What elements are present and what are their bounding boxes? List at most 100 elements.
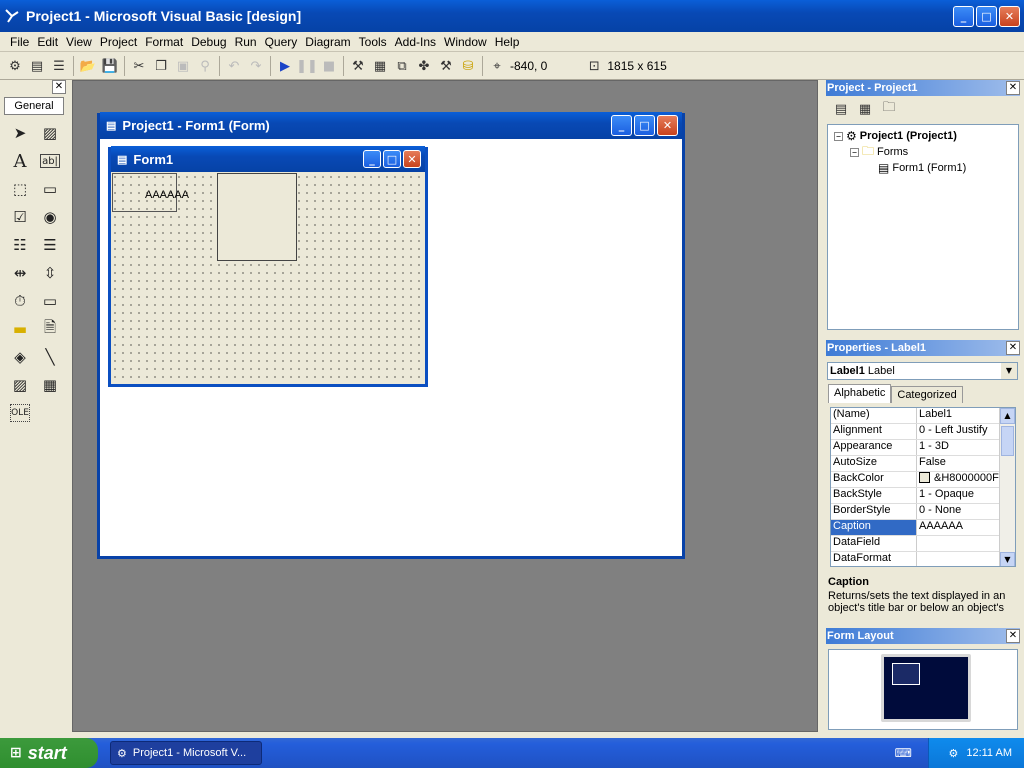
close-button[interactable]: ✕ — [999, 5, 1020, 27]
shape-tool-icon[interactable]: ◈ — [6, 343, 34, 371]
form-layout-close-icon[interactable]: ✕ — [1006, 629, 1020, 643]
tab-alphabetic[interactable]: Alphabetic — [828, 384, 892, 403]
project-explorer-icon[interactable]: ⚒ — [347, 55, 369, 77]
view-code-icon[interactable]: ▤ — [830, 98, 852, 120]
property-row[interactable]: DataFormat — [831, 552, 1015, 566]
scroll-thumb[interactable] — [1001, 426, 1014, 456]
stop-icon[interactable]: ■ — [318, 55, 340, 77]
menu-tools[interactable]: Tools — [355, 35, 391, 49]
add-form-icon[interactable]: ▤ — [26, 55, 48, 77]
toolbox-close-icon[interactable]: ✕ — [52, 80, 66, 94]
clock[interactable]: 12:11 AM — [966, 747, 1012, 759]
paste-icon[interactable]: ▣ — [172, 55, 194, 77]
save-icon[interactable]: 💾 — [99, 55, 121, 77]
maximize-button[interactable]: □ — [976, 5, 997, 27]
form1-minimize-button[interactable]: _ — [363, 150, 381, 168]
listbox-tool-icon[interactable]: ☰ — [36, 231, 64, 259]
property-row[interactable]: AutoSize False — [831, 456, 1015, 472]
form-design-grid[interactable]: AAAAAA — [111, 173, 425, 381]
start-button[interactable]: ⊞ start — [0, 738, 98, 768]
redo-icon[interactable]: ↷ — [245, 55, 267, 77]
menu-file[interactable]: File — [6, 35, 33, 49]
label1-control[interactable]: AAAAAA — [112, 173, 189, 212]
tree-node-forms[interactable]: − 🗀 Forms — [834, 144, 1018, 160]
form-position-preview[interactable] — [892, 663, 920, 685]
drivelistbox-tool-icon[interactable]: ▭ — [36, 287, 64, 315]
menu-editor-icon[interactable]: ☰ — [48, 55, 70, 77]
property-row[interactable]: BorderStyle 0 - None — [831, 504, 1015, 520]
vscrollbar-tool-icon[interactable]: ⇳ — [36, 259, 64, 287]
menu-help[interactable]: Help — [491, 35, 524, 49]
toolbox-icon[interactable]: ⚒ — [435, 55, 457, 77]
chevron-down-icon[interactable]: ▼ — [1001, 363, 1017, 379]
menu-edit[interactable]: Edit — [33, 35, 62, 49]
form1-window[interactable]: ▤ Form1 _ □ ✕ AAAAAA — [108, 146, 428, 387]
label-tool-icon[interactable]: A — [6, 147, 34, 175]
designer-close-button[interactable]: ✕ — [657, 115, 678, 136]
scroll-down-icon[interactable]: ▼ — [1000, 552, 1015, 566]
cut-icon[interactable]: ✂ — [128, 55, 150, 77]
find-icon[interactable]: ⚲ — [194, 55, 216, 77]
copy-icon[interactable]: ❐ — [150, 55, 172, 77]
toolbox-tab-general[interactable]: General — [4, 97, 64, 115]
menu-debug[interactable]: Debug — [187, 35, 230, 49]
line-tool-icon[interactable]: ╲ — [36, 343, 64, 371]
taskbar-item-vb[interactable]: ⚙ Project1 - Microsoft V... — [110, 741, 262, 765]
property-row[interactable]: DataField — [831, 536, 1015, 552]
property-row[interactable]: BackStyle 1 - Opaque — [831, 488, 1015, 504]
designer-title-bar[interactable]: ▤ Project1 - Form1 (Form) _ □ ✕ — [100, 112, 682, 139]
menu-run[interactable]: Run — [231, 35, 261, 49]
project-panel-close-icon[interactable]: ✕ — [1006, 81, 1020, 95]
optionbutton-tool-icon[interactable]: ◉ — [36, 203, 64, 231]
start-icon[interactable]: ▶ — [274, 55, 296, 77]
form1-close-button[interactable]: ✕ — [403, 150, 421, 168]
property-row[interactable]: Alignment 0 - Left Justify — [831, 424, 1015, 440]
collapse-icon[interactable]: − — [834, 131, 843, 141]
filelistbox-tool-icon[interactable]: 🗎 — [36, 315, 64, 343]
picturebox-tool-icon[interactable]: ▨ — [36, 119, 64, 147]
designer-minimize-button[interactable]: _ — [611, 115, 632, 136]
main-title-bar[interactable]: Project1 - Microsoft Visual Basic [desig… — [0, 0, 1024, 32]
keyboard-icon[interactable]: ⌨ — [895, 746, 912, 760]
dirlistbox-tool-icon[interactable]: ▬ — [6, 315, 34, 343]
undo-icon[interactable]: ↶ — [223, 55, 245, 77]
break-icon[interactable]: ❚❚ — [296, 55, 318, 77]
commandbutton-tool-icon[interactable]: ▭ — [36, 175, 64, 203]
view-object-icon[interactable]: ▦ — [854, 98, 876, 120]
hscrollbar-tool-icon[interactable]: ⇹ — [6, 259, 34, 287]
menu-query[interactable]: Query — [261, 35, 302, 49]
property-row[interactable]: BackColor &H8000000F — [831, 472, 1015, 488]
checkbox-tool-icon[interactable]: ☑ — [6, 203, 34, 231]
data-tool-icon[interactable]: ▦ — [36, 371, 64, 399]
form-layout-icon[interactable]: ⧉ — [391, 55, 413, 77]
designer-maximize-button[interactable]: □ — [634, 115, 655, 136]
pointer-tool-icon[interactable]: ➤ — [6, 119, 34, 147]
combobox-tool-icon[interactable]: ☷ — [6, 231, 34, 259]
scroll-up-icon[interactable]: ▲ — [1000, 408, 1015, 424]
menu-view[interactable]: View — [62, 35, 96, 49]
tab-categorized[interactable]: Categorized — [891, 386, 963, 403]
add-project-icon[interactable]: ⚙ — [4, 55, 26, 77]
minimize-button[interactable]: _ — [953, 5, 974, 27]
menu-window[interactable]: Window — [440, 35, 491, 49]
textbox-tool-icon[interactable]: ab| — [40, 154, 60, 168]
properties-window-icon[interactable]: ▦ — [369, 55, 391, 77]
data-view-icon[interactable]: ⛁ — [457, 55, 479, 77]
menu-add-ins[interactable]: Add-Ins — [391, 35, 440, 49]
menu-format[interactable]: Format — [141, 35, 187, 49]
toggle-folders-icon[interactable]: 🗀 — [878, 98, 900, 120]
properties-panel-close-icon[interactable]: ✕ — [1006, 341, 1020, 355]
open-folder-icon[interactable]: 📂 — [77, 55, 99, 77]
object-selector[interactable]: Label1 Label ▼ — [827, 362, 1018, 380]
frame-tool-icon[interactable]: ⬚ — [6, 175, 34, 203]
object-browser-icon[interactable]: ✤ — [413, 55, 435, 77]
property-row[interactable]: Caption AAAAAA — [831, 520, 1015, 536]
collapse-icon[interactable]: − — [850, 147, 859, 157]
frame-control[interactable] — [217, 173, 297, 261]
property-row[interactable]: (Name) Label1 — [831, 408, 1015, 424]
network-icon[interactable]: ⚙ — [948, 747, 958, 760]
form1-title-bar[interactable]: ▤ Form1 _ □ ✕ — [111, 146, 425, 172]
menu-project[interactable]: Project — [96, 35, 141, 49]
form1-maximize-button[interactable]: □ — [383, 150, 401, 168]
menu-diagram[interactable]: Diagram — [301, 35, 354, 49]
